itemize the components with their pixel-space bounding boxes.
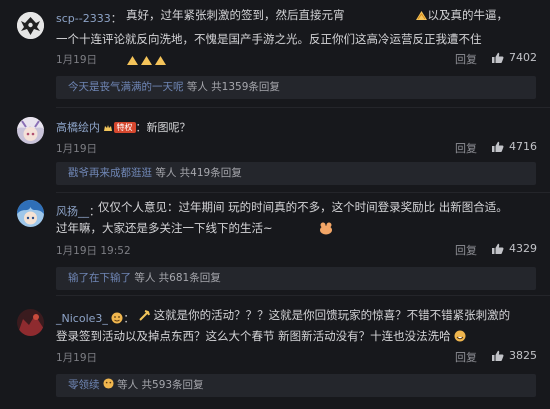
avatar[interactable]	[17, 200, 44, 227]
like-button[interactable]: 7402	[491, 51, 537, 64]
emoji-icon	[345, 8, 428, 29]
reply-button[interactable]: 回复	[455, 349, 477, 365]
comment-1: scp--2333： 真好，过年紧张刺激的签到，然后直接元宵 以及真的牛逼，一个十…	[0, 0, 550, 102]
reply-summary[interactable]: 输了在下输了 等人 共681条回复	[56, 267, 536, 290]
comment-date: 1月19日	[56, 143, 98, 155]
like-button[interactable]: 4329	[491, 242, 537, 255]
thumbs-up-icon	[491, 141, 504, 153]
emoji-icon	[276, 221, 334, 242]
emoji-icon	[138, 308, 150, 322]
emoji-icon	[103, 378, 114, 391]
comment-text: 真好，过年紧张刺激的签到，然后直接元宵 以及真的牛逼，一个十连评论就反向洗地，不愧…	[56, 5, 518, 74]
comment-3: 风扬__： 仅仅个人意见：过年期间 玩的时间真的不多，这个时间登录奖励比 出新图…	[0, 193, 550, 293]
crown-icon	[103, 121, 112, 134]
vip-badge: 特权	[113, 122, 136, 133]
reply-button[interactable]: 回复	[455, 242, 477, 258]
like-button[interactable]: 3825	[491, 349, 537, 362]
comment-date: 1月19日 19:52	[56, 245, 131, 257]
reply-button[interactable]: 回复	[455, 51, 477, 67]
reply-button[interactable]: 回复	[455, 140, 477, 156]
comment-date: 1月19日	[56, 54, 98, 66]
avatar[interactable]	[17, 12, 44, 39]
comment-text: 这就是你的活动？？？这就是你回馈玩家的惊喜？不错不错紧张刺激的登录签到活动以及掉…	[56, 308, 511, 343]
thumbs-up-icon	[491, 243, 504, 255]
comment-4: _Nicole3_ ： 这就是你的活动？？？这就是你回馈玩家的惊喜？不错不错紧张…	[0, 296, 550, 409]
comment-text: 仅仅个人意见：过年期间 玩的时间真的不多，这个时间登录奖励比 出新图合适。过年嘛…	[56, 197, 518, 242]
reply-summary[interactable]: 戳爷再来成都逛逛 等人 共419条回复	[56, 162, 536, 185]
like-button[interactable]: 4716	[491, 140, 537, 153]
avatar[interactable]	[17, 309, 44, 336]
username[interactable]: 高橋绘内 特权 ：新图呢？	[56, 119, 191, 135]
reply-summary[interactable]: 今天是丧气满满的一天呢 等人 共1359条回复	[56, 76, 536, 99]
emoji-icon	[454, 329, 466, 343]
thumbs-up-icon	[491, 52, 504, 64]
comment-date: 1月19日	[56, 352, 98, 364]
thumbs-up-icon	[491, 350, 504, 362]
avatar[interactable]	[17, 117, 44, 144]
comment-2: 高橋绘内 特权 ：新图呢？ 1月19日 回复 4716 戳爷再来成都逛逛 等人 共…	[0, 108, 550, 192]
reply-summary[interactable]: 零领续 等人 共593条回复	[56, 374, 536, 397]
